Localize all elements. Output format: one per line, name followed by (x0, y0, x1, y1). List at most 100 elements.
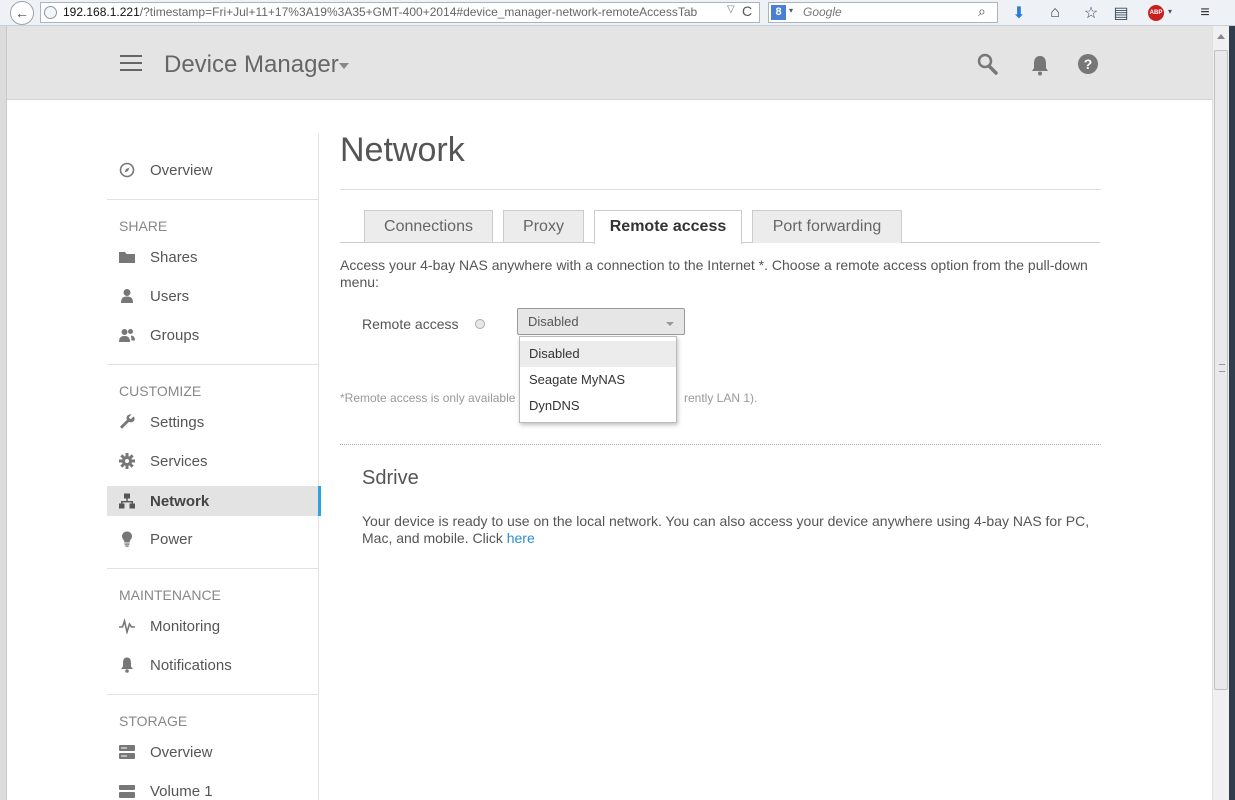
browser-search-input[interactable]: Google (768, 2, 998, 23)
reload-icon[interactable]: C (742, 3, 752, 19)
sidebar-item-services[interactable]: Services (107, 446, 319, 476)
sidebar-item-label: Settings (150, 413, 205, 431)
folder-icon (119, 249, 135, 265)
dropdown-option-seagate-mynas[interactable]: Seagate MyNAS (520, 367, 676, 393)
remote-access-dropdown-menu: Disabled Seagate MyNAS DynDNS (519, 336, 677, 423)
app-title-caret-icon[interactable] (339, 63, 349, 69)
tab-connections[interactable]: Connections (364, 210, 493, 243)
sdrive-description: Your device is ready to use on the local… (362, 513, 1107, 547)
search-go-icon[interactable]: ⌕ (978, 3, 986, 20)
chevron-down-icon[interactable] (666, 322, 674, 326)
app-header: Device Manager ? (7, 26, 1212, 100)
gear-icon (119, 453, 135, 469)
address-bar[interactable]: 192.168.1.221/?timestamp=Fri+Jul+11+17%3… (40, 2, 760, 23)
sidebar-divider (107, 694, 319, 695)
sidebar-divider (107, 568, 319, 569)
sidebar-section-storage: STORAGE (119, 713, 188, 729)
sidebar-item-notifications[interactable]: Notifications (107, 650, 319, 680)
lightbulb-icon (119, 531, 135, 547)
bell-icon (119, 657, 135, 673)
remote-access-select[interactable]: Disabled (517, 308, 685, 335)
sidebar-nav: Overview SHARE Shares Users Groups CUSTO… (107, 133, 321, 800)
sdrive-heading: Sdrive (362, 467, 419, 489)
window-right-edge (1229, 26, 1235, 800)
adblock-caret-icon[interactable]: ▾ (1168, 7, 1172, 16)
sidebar-item-storage-overview[interactable]: Overview (107, 737, 319, 767)
scroll-grip-icon (1219, 364, 1225, 372)
sidebar-section-share: SHARE (119, 218, 168, 234)
sidebar-item-volume-1[interactable]: Volume 1 (107, 776, 319, 800)
sidebar-item-label: Shares (150, 248, 198, 266)
sidebar-item-label: Groups (150, 326, 200, 344)
sidebar-item-power[interactable]: Power (107, 524, 319, 554)
remote-access-footnote: *Remote access is only available rently … (340, 391, 757, 405)
group-icon (119, 327, 135, 343)
back-arrow-icon[interactable]: ← (10, 1, 34, 25)
search-icon[interactable] (977, 53, 999, 77)
wrench-icon (119, 414, 135, 430)
sidebar-item-label: Services (150, 452, 208, 470)
section-divider (340, 444, 1101, 445)
sidebar-item-label: Volume 1 (150, 782, 213, 800)
tab-remote-access[interactable]: Remote access (594, 210, 742, 244)
scrollbar-thumb[interactable] (1214, 50, 1228, 690)
vertical-scrollbar[interactable] (1212, 26, 1229, 800)
sidebar-item-network[interactable]: Network (107, 486, 321, 516)
url-path: /?timestamp=Fri+Jul+11+17%3A19%3A35+GMT-… (139, 5, 698, 19)
title-divider (340, 189, 1101, 190)
dropdown-option-dyndns[interactable]: DynDNS (520, 393, 676, 419)
pulse-icon (119, 618, 135, 634)
sidebar-item-label: Overview (150, 161, 213, 179)
bookmarks-list-icon[interactable]: ▤ (1110, 2, 1132, 24)
sidebar-item-users[interactable]: Users (107, 281, 319, 311)
browser-menu-icon[interactable]: ≡ (1190, 4, 1220, 22)
window-left-edge (0, 26, 7, 800)
volume-icon (119, 783, 135, 799)
sidebar-item-monitoring[interactable]: Monitoring (107, 611, 319, 641)
sdrive-here-link[interactable]: here (507, 530, 535, 546)
storage-icon (119, 744, 135, 760)
hamburger-menu-icon[interactable] (120, 55, 142, 71)
browser-toolbar: ← 192.168.1.221/?timestamp=Fri+Jul+11+17… (0, 0, 1235, 26)
status-indicator-icon (475, 319, 485, 329)
sidebar-item-label: Notifications (150, 656, 232, 674)
sidebar-divider (107, 199, 319, 200)
dropdown-option-disabled[interactable]: Disabled (520, 341, 676, 367)
app-title[interactable]: Device Manager (164, 51, 339, 79)
url-history-dropdown-icon[interactable]: ▽ (727, 4, 735, 15)
adblock-icon[interactable]: ABP (1148, 5, 1164, 21)
compass-icon (119, 162, 135, 178)
help-icon[interactable]: ? (1078, 54, 1098, 74)
search-engine-caret-icon[interactable]: ▾ (789, 6, 793, 15)
sdrive-text-body: Your device is ready to use on the local… (362, 513, 1090, 546)
sidebar-item-label: Overview (150, 743, 213, 761)
site-identity-icon[interactable] (44, 6, 57, 19)
sidebar-item-shares[interactable]: Shares (107, 242, 319, 272)
sidebar-item-groups[interactable]: Groups (107, 320, 319, 350)
sidebar-item-settings[interactable]: Settings (107, 407, 319, 437)
remote-access-label: Remote access (362, 316, 459, 332)
footnote-end: rently LAN 1). (684, 391, 758, 405)
bell-icon[interactable] (1029, 54, 1051, 76)
sidebar-item-label: Monitoring (150, 617, 221, 635)
search-engine-icon[interactable]: 8 (771, 5, 786, 20)
sidebar-item-label: Network (150, 492, 210, 510)
scroll-up-arrow-icon[interactable] (1217, 34, 1225, 39)
user-icon (119, 288, 135, 304)
tab-proxy[interactable]: Proxy (503, 210, 584, 243)
remote-access-description: Access your 4-bay NAS anywhere with a co… (340, 257, 1088, 290)
page-title: Network (340, 131, 465, 169)
url-host: 192.168.1.221 (63, 5, 140, 19)
sidebar-divider (107, 364, 319, 365)
sidebar-section-maintenance: MAINTENANCE (119, 587, 221, 603)
footnote-start: *Remote access is only available (340, 391, 516, 405)
home-icon[interactable]: ⌂ (1044, 2, 1066, 24)
sidebar-item-overview[interactable]: Overview (107, 155, 319, 185)
sidebar-item-label: Power (150, 530, 193, 548)
download-icon[interactable]: ⬇ (1008, 2, 1030, 24)
sidebar-section-customize: CUSTOMIZE (119, 383, 202, 399)
sidebar-item-label: Users (150, 287, 190, 305)
tab-port-forwarding[interactable]: Port forwarding (752, 210, 902, 243)
network-icon (119, 493, 135, 509)
bookmark-star-icon[interactable]: ☆ (1080, 2, 1102, 24)
